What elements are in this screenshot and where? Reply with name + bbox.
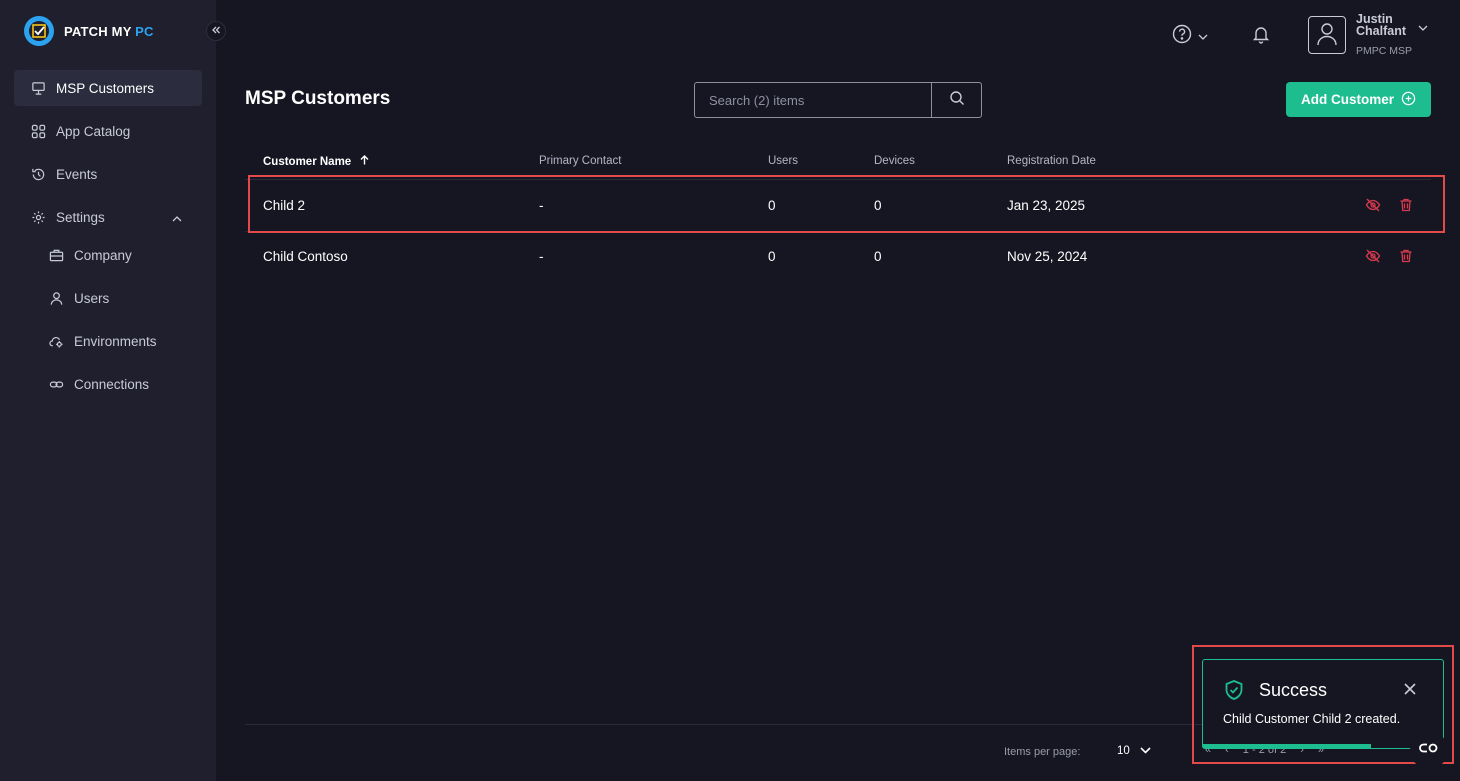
user-icon: [48, 290, 64, 306]
sidebar-item-users[interactable]: Users: [14, 280, 202, 316]
sidebar-item-connections[interactable]: Connections: [14, 366, 202, 402]
sidebar-item-msp-customers[interactable]: MSP Customers: [14, 70, 202, 106]
row-actions: [1365, 248, 1414, 269]
sidebar: PATCH MY PC MSP Customers App Catalog Ev…: [0, 0, 216, 781]
sidebar-item-label: App Catalog: [56, 123, 131, 139]
brand-logo[interactable]: PATCH MY PC: [22, 14, 154, 48]
cloud-gear-icon: [48, 333, 64, 349]
help-menu-button[interactable]: [1172, 24, 1208, 49]
notifications-button[interactable]: [1251, 24, 1271, 49]
history-icon: [30, 166, 46, 182]
items-per-page-value: 10: [1117, 745, 1130, 757]
link-icon: [48, 376, 64, 392]
row-highlight-annotation: [248, 175, 1445, 233]
user-name[interactable]: Justin Chalfant: [1356, 13, 1416, 38]
user-menu-chevron-icon[interactable]: [1418, 19, 1428, 37]
chevron-down-icon: [1198, 28, 1208, 46]
items-per-page-select[interactable]: 10: [1117, 745, 1151, 757]
trash-icon[interactable]: [1398, 248, 1414, 269]
column-header-primary-contact[interactable]: Primary Contact: [539, 155, 621, 167]
sidebar-item-environments[interactable]: Environments: [14, 323, 202, 359]
monitor-users-icon: [30, 80, 46, 96]
chevron-up-icon: [172, 211, 182, 226]
cell-devices: 0: [874, 249, 882, 264]
help-circle-icon: [1172, 24, 1192, 49]
search-input[interactable]: [695, 83, 931, 117]
chat-link-icon: [1418, 741, 1440, 759]
column-header-devices[interactable]: Devices: [874, 155, 915, 167]
brand-name: PATCH MY PC: [64, 23, 154, 39]
sidebar-item-label: Company: [74, 247, 132, 263]
sidebar-item-settings[interactable]: Settings: [14, 199, 202, 235]
grid-icon: [30, 123, 46, 139]
briefcase-icon: [48, 247, 64, 263]
column-header-users[interactable]: Users: [768, 155, 798, 167]
cell-registration-date: Nov 25, 2024: [1007, 249, 1088, 264]
avatar[interactable]: [1308, 16, 1346, 54]
sidebar-item-label: Events: [56, 166, 98, 182]
chevron-down-icon: [1140, 745, 1151, 757]
patchmypc-logo-icon: [22, 14, 56, 48]
sidebar-item-events[interactable]: Events: [14, 156, 202, 192]
cell-users: 0: [768, 249, 776, 264]
bell-icon: [1251, 27, 1271, 48]
table-row[interactable]: Child Contoso - 0 0 Nov 25, 2024: [245, 231, 1431, 282]
column-header-customer-name[interactable]: Customer Name: [263, 155, 369, 168]
column-header-registration-date[interactable]: Registration Date: [1007, 155, 1096, 167]
sidebar-item-label: MSP Customers: [56, 80, 155, 96]
plus-circle-icon: [1401, 91, 1416, 109]
sidebar-item-company[interactable]: Company: [14, 237, 202, 273]
double-chevron-left-icon: [211, 22, 221, 40]
search-button[interactable]: [931, 83, 981, 117]
user-org: PMPC MSP: [1356, 45, 1413, 57]
chat-button[interactable]: [1410, 731, 1448, 769]
search-box: [694, 82, 982, 118]
sidebar-item-label: Settings: [56, 209, 105, 225]
disable-eye-off-icon[interactable]: [1365, 248, 1381, 269]
sidebar-item-label: Environments: [74, 333, 157, 349]
collapse-sidebar-button[interactable]: [206, 21, 226, 41]
add-customer-label: Add Customer: [1300, 92, 1394, 107]
cell-customer-name[interactable]: Child Contoso: [263, 249, 348, 264]
sidebar-item-app-catalog[interactable]: App Catalog: [14, 113, 202, 149]
gear-icon: [30, 209, 46, 225]
column-header-label: Customer Name: [263, 156, 352, 168]
page-title: MSP Customers: [245, 88, 391, 109]
cell-primary-contact: -: [539, 249, 544, 264]
sort-ascending-icon: [360, 155, 369, 168]
sidebar-item-label: Users: [74, 290, 110, 306]
add-customer-button[interactable]: Add Customer: [1286, 82, 1431, 117]
items-per-page-label: Items per page:: [1004, 746, 1081, 758]
search-icon: [949, 90, 965, 111]
user-icon: [1314, 20, 1340, 51]
sidebar-item-label: Connections: [74, 376, 150, 392]
